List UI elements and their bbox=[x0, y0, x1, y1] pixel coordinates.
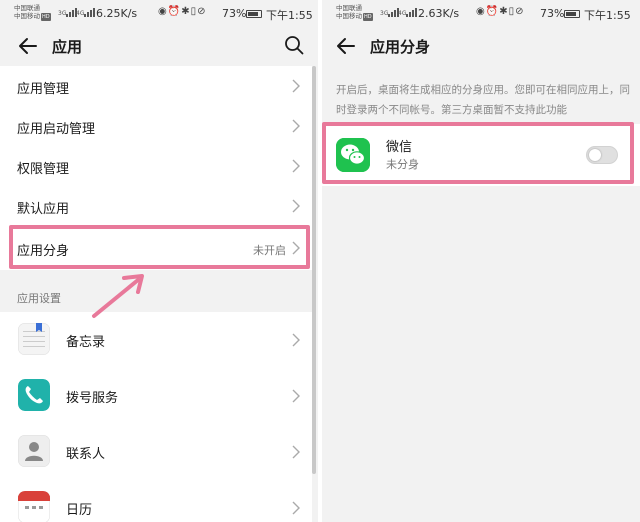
net-type-2: 4G bbox=[398, 10, 407, 17]
back-arrow-icon[interactable] bbox=[18, 37, 38, 55]
status-icons: ◉⏰✱▯⊘ bbox=[158, 6, 206, 17]
chevron-right-icon bbox=[292, 241, 300, 255]
carrier-1: 中国联通 bbox=[336, 4, 362, 12]
apps-settings-screen: 中国联通 中国移动 HD 3G 4G 6.25K/s ◉⏰✱▯⊘ 73% 下午1:… bbox=[0, 0, 318, 522]
chevron-right-icon bbox=[292, 119, 300, 133]
wechat-icon bbox=[336, 138, 370, 172]
carrier-2: 中国移动 bbox=[14, 12, 40, 20]
app-label: 拨号服务 bbox=[66, 391, 119, 406]
contacts-icon bbox=[18, 435, 50, 467]
app-label: 备忘录 bbox=[66, 335, 106, 350]
carrier-2: 中国移动 bbox=[336, 12, 362, 20]
title-bar: 应用 bbox=[0, 28, 318, 64]
battery-icon bbox=[246, 10, 262, 18]
battery-percent: 73% bbox=[222, 7, 247, 20]
scrollbar[interactable] bbox=[312, 66, 316, 474]
calendar-icon bbox=[18, 491, 50, 522]
net-type-1: 3G bbox=[58, 10, 67, 17]
app-name: 微信 bbox=[386, 140, 413, 155]
app-twin-status: 未开启 bbox=[253, 244, 286, 257]
clock: 下午1:55 bbox=[266, 9, 313, 22]
chevron-right-icon bbox=[292, 79, 300, 93]
menu-item-app-twin[interactable]: 应用分身 未开启 bbox=[0, 228, 312, 268]
app-twin-toggle[interactable] bbox=[586, 146, 618, 164]
alarm-icon: ⏰ bbox=[167, 6, 182, 17]
status-bar: 中国联通 中国移动 HD 3G 4G 6.25K/s ◉⏰✱▯⊘ 73% 下午1:… bbox=[0, 0, 318, 28]
menu-item-label: 应用分身 bbox=[17, 244, 70, 259]
toggle-knob bbox=[589, 149, 601, 161]
menu-item-permission-management[interactable]: 权限管理 bbox=[0, 146, 312, 186]
net-type-2: 4G bbox=[76, 10, 85, 17]
chevron-right-icon bbox=[292, 501, 300, 515]
eye-icon: ◉ bbox=[476, 6, 486, 17]
carrier-labels: 中国联通 中国移动 HD bbox=[14, 4, 51, 21]
signal-2-icon: 4G bbox=[398, 8, 418, 17]
hd-badge: HD bbox=[363, 13, 373, 21]
menu-item-startup-management[interactable]: 应用启动管理 bbox=[0, 106, 312, 146]
search-icon[interactable] bbox=[284, 35, 304, 55]
hd-badge: HD bbox=[41, 13, 51, 21]
net-type-1: 3G bbox=[380, 10, 389, 17]
status-bar: 中国联通 中国移动 HD 3G 4G 2.63K/s ◉⏰✱▯⊘ 73% 下午1:… bbox=[322, 0, 640, 28]
menu-item-label: 默认应用 bbox=[17, 202, 70, 217]
menu-item-default-apps[interactable]: 默认应用 bbox=[0, 186, 312, 226]
bluetooth-icon: ✱ bbox=[499, 6, 509, 17]
app-twin-description: 开启后，桌面将生成相应的分身应用。您即可在相同应用上，同时登录两个不同帐号。第三… bbox=[336, 84, 630, 116]
alarm-icon: ⏰ bbox=[485, 6, 500, 17]
app-twin-item-wechat: 微信 未分身 bbox=[322, 124, 640, 186]
app-label: 联系人 bbox=[66, 447, 106, 462]
eye-icon: ◉ bbox=[158, 6, 168, 17]
back-arrow-icon[interactable] bbox=[336, 37, 356, 55]
carrier-1: 中国联通 bbox=[14, 4, 40, 12]
chevron-right-icon bbox=[292, 389, 300, 403]
page-title: 应用分身 bbox=[370, 38, 431, 56]
battery-percent: 73% bbox=[540, 7, 565, 20]
chevron-right-icon bbox=[292, 445, 300, 459]
menu-item-label: 权限管理 bbox=[17, 162, 70, 177]
chevron-right-icon bbox=[292, 333, 300, 347]
app-item-calendar[interactable]: 日历 bbox=[0, 480, 312, 522]
clock: 下午1:55 bbox=[584, 9, 631, 22]
chevron-right-icon bbox=[292, 159, 300, 173]
no-disturb-icon: ⊘ bbox=[515, 6, 525, 17]
section-title-app-settings: 应用设置 bbox=[17, 292, 61, 305]
app-label: 日历 bbox=[66, 503, 93, 518]
page-title: 应用 bbox=[52, 38, 83, 56]
app-twin-screen: 中国联通 中国移动 HD 3G 4G 2.63K/s ◉⏰✱▯⊘ 73% 下午1:… bbox=[322, 0, 640, 522]
menu-item-label: 应用启动管理 bbox=[17, 122, 96, 137]
carrier-labels: 中国联通 中国移动 HD bbox=[336, 4, 373, 21]
apps-menu-list: 应用管理 应用启动管理 权限管理 默认应用 应用分身 未开启 bbox=[0, 66, 312, 270]
title-bar: 应用分身 bbox=[322, 28, 640, 64]
app-settings-list: 备忘录 拨号服务 联系人 日历 bbox=[0, 312, 312, 522]
network-speed: 2.63K/s bbox=[418, 7, 460, 20]
annotation-arrow-icon bbox=[92, 274, 144, 318]
notes-icon bbox=[18, 323, 50, 355]
battery-icon bbox=[564, 10, 580, 18]
app-twin-state: 未分身 bbox=[386, 158, 419, 171]
network-speed: 6.25K/s bbox=[96, 7, 138, 20]
menu-item-app-management[interactable]: 应用管理 bbox=[0, 66, 312, 106]
phone-icon bbox=[18, 379, 50, 411]
app-item-contacts[interactable]: 联系人 bbox=[0, 424, 312, 480]
signal-2-icon: 4G bbox=[76, 8, 96, 17]
menu-item-label: 应用管理 bbox=[17, 82, 70, 97]
app-item-phone[interactable]: 拨号服务 bbox=[0, 368, 312, 424]
chevron-right-icon bbox=[292, 199, 300, 213]
bluetooth-icon: ✱ bbox=[181, 6, 191, 17]
status-icons: ◉⏰✱▯⊘ bbox=[476, 6, 524, 17]
no-disturb-icon: ⊘ bbox=[197, 6, 207, 17]
app-item-notes[interactable]: 备忘录 bbox=[0, 312, 312, 368]
